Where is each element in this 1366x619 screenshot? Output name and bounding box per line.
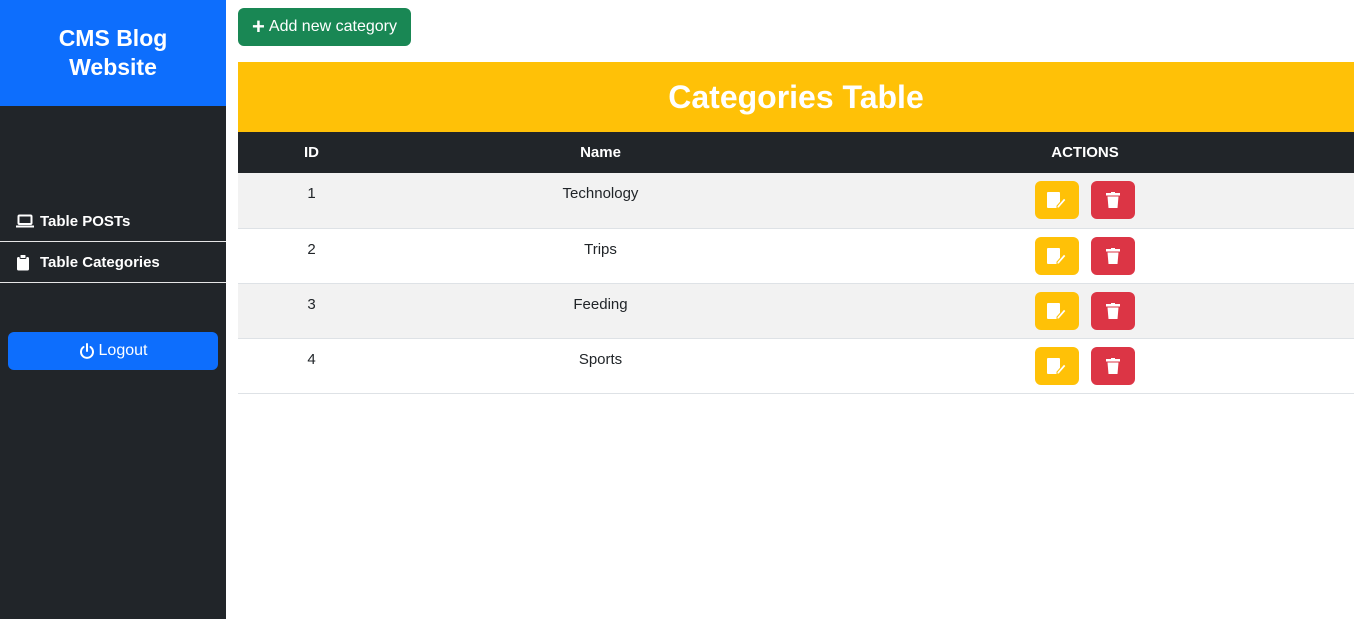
delete-button[interactable] bbox=[1091, 236, 1135, 275]
edit-icon bbox=[1047, 302, 1067, 319]
cell-actions bbox=[816, 228, 1354, 283]
cell-name: Feeding bbox=[573, 295, 628, 313]
brand-header: CMS Blog Website bbox=[0, 0, 226, 106]
cell-id: 4 bbox=[307, 350, 316, 368]
cell-actions bbox=[816, 338, 1354, 393]
cell-actions bbox=[816, 173, 1354, 228]
logout-button[interactable]: Logout bbox=[8, 332, 218, 370]
add-category-button[interactable]: + Add new category bbox=[238, 8, 411, 46]
sidebar-item-posts[interactable]: Table POSTs bbox=[0, 201, 226, 242]
trash-icon bbox=[1106, 302, 1120, 319]
logout-label: Logout bbox=[98, 342, 148, 359]
sidebar-nav: Table POSTs Table Categories bbox=[0, 201, 226, 283]
sidebar-item-label: Table POSTs bbox=[40, 212, 131, 230]
table-header-row: ID Name ACTIONS bbox=[238, 132, 1354, 173]
table-row: 1 Technology bbox=[238, 173, 1354, 228]
header-actions: ACTIONS bbox=[1051, 144, 1119, 161]
plus-icon: + bbox=[252, 14, 265, 39]
add-category-label: Add new category bbox=[268, 18, 397, 35]
trash-icon bbox=[1106, 192, 1120, 208]
cell-id: 2 bbox=[307, 240, 316, 258]
table-row: 3 Feeding bbox=[238, 283, 1354, 338]
cell-id: 3 bbox=[307, 295, 316, 313]
table-row: 2 Trips bbox=[238, 228, 1354, 283]
categories-table: ID Name ACTIONS 1 Technology 2 Trips 3 F… bbox=[238, 132, 1354, 394]
trash-icon bbox=[1106, 247, 1120, 264]
cell-id: 1 bbox=[307, 185, 316, 202]
delete-button[interactable] bbox=[1091, 181, 1135, 219]
table-title: Categories Table bbox=[238, 62, 1354, 132]
sidebar-item-label: Table Categories bbox=[40, 253, 160, 271]
edit-button[interactable] bbox=[1035, 291, 1079, 330]
edit-button[interactable] bbox=[1035, 236, 1079, 275]
table-row: 4 Sports bbox=[238, 338, 1354, 393]
edit-icon bbox=[1047, 357, 1067, 374]
edit-icon bbox=[1047, 192, 1067, 208]
cell-name: Technology bbox=[562, 185, 639, 202]
cell-name: Trips bbox=[584, 240, 617, 258]
laptop-icon bbox=[16, 213, 36, 229]
categories-table-container: Categories Table ID Name ACTIONS 1 Techn… bbox=[238, 62, 1354, 394]
power-icon bbox=[79, 343, 95, 359]
edit-button[interactable] bbox=[1035, 346, 1079, 385]
trash-icon bbox=[1106, 357, 1120, 374]
clipboard-icon bbox=[16, 253, 36, 270]
brand-title: CMS Blog Website bbox=[58, 25, 168, 80]
edit-button[interactable] bbox=[1035, 181, 1079, 219]
edit-icon bbox=[1047, 247, 1067, 264]
cell-name: Sports bbox=[578, 350, 623, 368]
header-name: Name bbox=[580, 144, 621, 161]
header-id: ID bbox=[304, 144, 319, 161]
sidebar-item-categories[interactable]: Table Categories bbox=[0, 242, 226, 283]
delete-button[interactable] bbox=[1091, 346, 1135, 385]
cell-actions bbox=[816, 283, 1354, 338]
sidebar: CMS Blog Website Table POSTs Table Categ… bbox=[0, 0, 226, 619]
delete-button[interactable] bbox=[1091, 291, 1135, 330]
